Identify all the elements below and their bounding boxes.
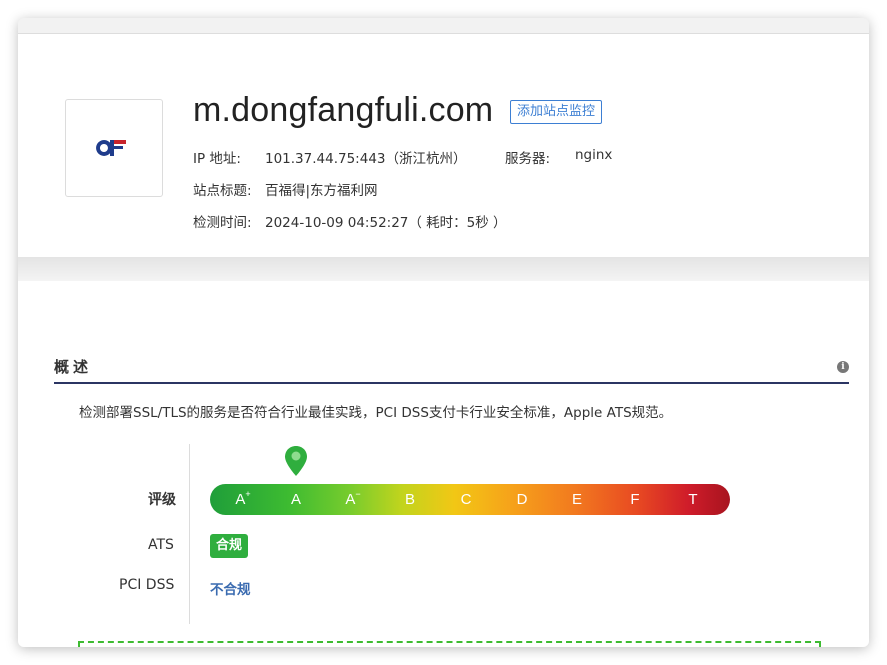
grade-letter: F <box>630 491 640 508</box>
info-icon[interactable]: i <box>837 361 849 373</box>
section-gap <box>18 257 869 281</box>
grade-5: C <box>446 491 486 508</box>
site-logo <box>65 99 163 197</box>
ip-row: IP 地址: 101.37.44.75:443（浙江杭州） 服务器: nginx <box>193 147 612 167</box>
ats-status-badge: 合规 <box>210 534 249 558</box>
grade-letter: E <box>571 491 582 508</box>
site-info-card: m.dongfangfuli.com 添加站点监控 IP 地址: 101.37.… <box>18 34 869 257</box>
grade-letter: A <box>235 491 246 508</box>
title-divider <box>54 382 849 384</box>
grade-modifier: + <box>245 489 251 499</box>
scan-time-label: 检测时间: <box>193 215 252 231</box>
domain-title: m.dongfangfuli.com <box>193 91 494 129</box>
site-title-row: 站点标题: 百福得|东方福利网 <box>193 179 378 199</box>
overview-title: 概述 <box>54 358 93 376</box>
ip-label: IP 地址: <box>193 151 241 167</box>
grade-scale-bar: A+ A A− B C D E F T <box>210 484 730 515</box>
grade-6: D <box>502 491 542 508</box>
server-value: nginx <box>575 147 613 163</box>
site-logo-icon <box>96 140 126 156</box>
grade-modifier: − <box>355 489 361 499</box>
server-label: 服务器: <box>505 151 551 167</box>
grade-7: E <box>557 491 597 508</box>
grade-letter: B <box>404 491 415 508</box>
grade-letter: A <box>345 491 356 508</box>
site-title-label: 站点标题: <box>193 183 252 199</box>
grade-9: T <box>673 491 713 508</box>
overview-description: 检测部署SSL/TLS的服务是否符合行业最佳实践，PCI DSS支付卡行业安全标… <box>79 405 673 421</box>
grade-letter: C <box>460 491 472 508</box>
grade-letter: D <box>516 491 528 508</box>
grade-4: B <box>390 491 430 508</box>
grade-1: A+ <box>223 489 263 508</box>
pci-dss-label: PCI DSS <box>119 577 175 593</box>
add-monitor-button[interactable]: 添加站点监控 <box>510 100 603 124</box>
top-strip <box>18 18 869 34</box>
pci-dss-status: 不合规 <box>210 582 251 598</box>
browser-window: m.dongfangfuli.com 添加站点监控 IP 地址: 101.37.… <box>18 18 869 647</box>
ats-label: ATS <box>148 537 174 553</box>
overview-card: 概述 i 检测部署SSL/TLS的服务是否符合行业最佳实践，PCI DSS支付卡… <box>18 281 869 647</box>
result-box <box>78 641 821 647</box>
grade-2: A <box>276 491 316 508</box>
vertical-divider <box>189 444 190 624</box>
grade-label: 评级 <box>148 492 176 508</box>
scan-time-value: 2024-10-09 04:52:27（ 耗时：5秒 ） <box>265 215 507 231</box>
grade-letter: T <box>688 491 698 508</box>
grade-marker-pin-icon <box>285 446 307 476</box>
grade-3: A− <box>333 489 373 508</box>
scan-time-row: 检测时间: 2024-10-09 04:52:27（ 耗时：5秒 ） <box>193 211 507 231</box>
grade-letter: A <box>290 491 301 508</box>
grade-8: F <box>615 491 655 508</box>
ip-value: 101.37.44.75:443（浙江杭州） <box>265 151 467 167</box>
site-title-value: 百福得|东方福利网 <box>265 183 378 199</box>
